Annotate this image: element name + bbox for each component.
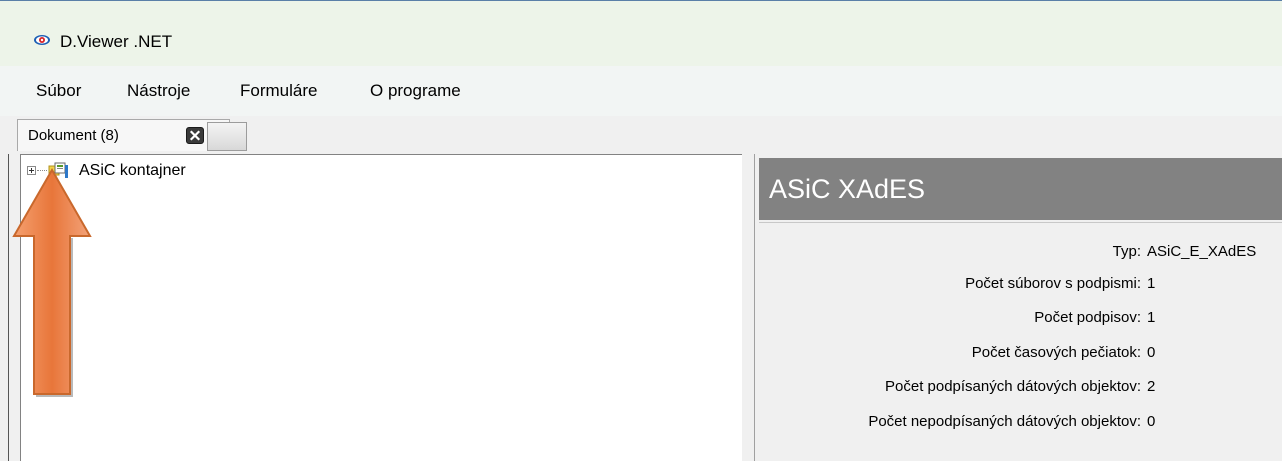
property-row: Typ: ASiC_E_XAdES	[755, 242, 1282, 264]
tree-node-label: ASiC kontajner	[79, 162, 186, 179]
container-icon	[48, 162, 68, 178]
window-left-border	[8, 154, 9, 461]
close-icon[interactable]	[186, 127, 204, 144]
tab-strip: Dokument (8)	[0, 116, 1282, 152]
tree-panel: ASiC kontajner	[20, 154, 742, 461]
property-label: Počet podpísaných dátových objektov:	[885, 378, 1141, 395]
details-header: ASiC XAdES	[759, 158, 1282, 220]
property-row: Počet nepodpísaných dátových objektov: 0	[755, 412, 1282, 434]
window-title: D.Viewer .NET	[60, 32, 173, 51]
property-value: ASiC_E_XAdES	[1147, 243, 1257, 260]
expand-icon[interactable]	[27, 166, 36, 175]
tree-connector	[37, 170, 47, 172]
title-bar: D.Viewer .NET	[0, 0, 1282, 66]
property-row: Počet podpisov: 1	[755, 308, 1282, 330]
property-row: Počet podpísaných dátových objektov: 2	[755, 377, 1282, 399]
tab-document[interactable]: Dokument (8)	[17, 119, 247, 151]
property-label: Počet súborov s podpismi:	[965, 275, 1141, 292]
tab-overflow-button[interactable]	[207, 122, 247, 151]
property-label: Typ:	[1112, 243, 1141, 260]
property-value: 1	[1147, 275, 1156, 292]
property-value: 2	[1147, 378, 1156, 395]
property-label: Počet podpisov:	[1034, 309, 1141, 326]
property-value: 1	[1147, 309, 1156, 326]
details-panel: ASiC XAdES Typ: ASiC_E_XAdES Počet súbor…	[754, 154, 1282, 461]
details-title: ASiC XAdES	[769, 174, 926, 204]
property-value: 0	[1147, 344, 1156, 361]
property-label: Počet časových pečiatok:	[971, 344, 1141, 361]
panel-splitter[interactable]	[742, 152, 754, 461]
property-label: Počet nepodpísaných dátových objektov:	[868, 413, 1141, 430]
menu-item-subor[interactable]: Súbor	[36, 80, 81, 102]
menu-item-o-programe[interactable]: O programe	[370, 80, 461, 102]
app-window: D.Viewer .NET Súbor Nástroje Formuláre O…	[0, 0, 1282, 461]
menu-bar: Súbor Nástroje Formuláre O programe	[0, 66, 1282, 116]
menu-item-nastroje[interactable]: Nástroje	[127, 80, 190, 102]
property-row: Počet časových pečiatok: 0	[755, 343, 1282, 365]
property-value: 0	[1147, 413, 1156, 430]
tab-document-label: Dokument (8)	[28, 127, 119, 144]
menu-item-formulare[interactable]: Formuláre	[240, 80, 317, 102]
eye-icon	[34, 35, 50, 45]
property-row: Počet súborov s podpismi: 1	[755, 274, 1282, 296]
details-divider	[759, 222, 1282, 223]
